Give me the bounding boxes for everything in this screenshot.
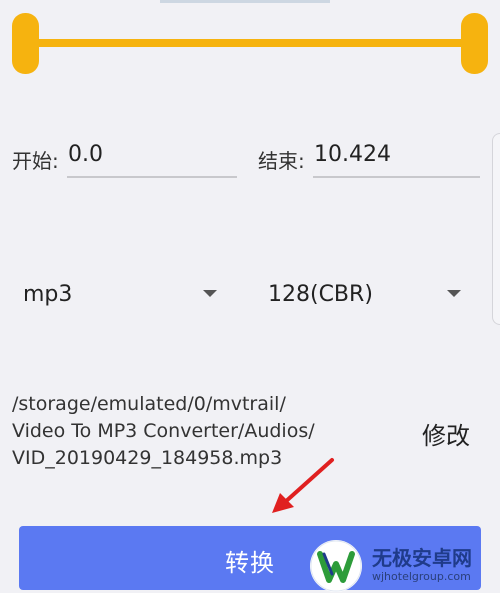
annotation-arrow-icon <box>272 458 334 513</box>
watermark-logo-icon <box>310 540 362 592</box>
chevron-down-icon <box>203 290 217 297</box>
bitrate-select[interactable]: 128(CBR) <box>268 270 468 320</box>
watermark-title: 无极安卓网 <box>372 546 472 570</box>
range-slider-track[interactable] <box>25 39 475 47</box>
site-watermark: 无极安卓网 wjhotelgroup.com <box>300 538 500 593</box>
range-start-handle[interactable] <box>12 13 39 74</box>
format-select-value: mp3 <box>23 282 73 307</box>
format-select[interactable]: mp3 <box>23 270 223 320</box>
range-end-handle[interactable] <box>461 13 488 74</box>
trim-screen: 开始: 0.0 结束: 10.424 mp3 128(CBR) /storage… <box>0 0 500 593</box>
end-label: 结束: <box>258 149 305 173</box>
start-label: 开始: <box>12 149 59 173</box>
chevron-down-icon <box>447 290 461 297</box>
start-input-underline <box>67 176 237 178</box>
output-path-line: /storage/emulated/0/mvtrail/ <box>12 393 286 415</box>
modify-path-button[interactable]: 修改 <box>422 416 470 451</box>
video-preview-edge <box>160 0 330 3</box>
start-input[interactable]: 0.0 <box>68 142 103 167</box>
output-path-line: Video To MP3 Converter/Audios/ <box>12 420 315 442</box>
end-input[interactable]: 10.424 <box>314 142 391 167</box>
bitrate-select-value: 128(CBR) <box>268 282 373 307</box>
end-input-underline <box>313 176 480 178</box>
side-panel-edge <box>492 133 500 325</box>
watermark-url: wjhotelgroup.com <box>372 570 471 583</box>
